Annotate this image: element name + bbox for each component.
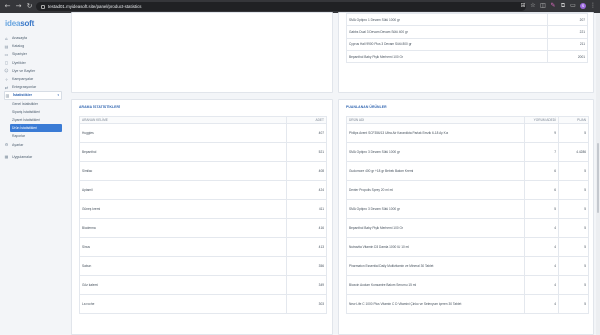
back-icon[interactable]: ←	[4, 3, 11, 10]
sidebar: ideasoft ⌂ Anasayfa ▤ Katalog ▭ Siparişler …	[0, 13, 66, 335]
catalog-icon: ▤	[4, 43, 9, 49]
page-scrollbar[interactable]	[596, 13, 600, 335]
table-row: Bepanthol 521	[79, 142, 327, 162]
sub-item-visit-stats[interactable]: Ziyaret İstatistikleri	[10, 116, 62, 124]
apps-icon: ▦	[4, 154, 9, 160]
table-row: SMA Optipro 3 Devam Sütü 1000 gr 7 4.4286	[346, 142, 589, 162]
table-row: New Life C 1000 Plus Vitamin C D Vitamin…	[346, 294, 589, 314]
sidebar-item-integrations[interactable]: ⇄ Entegrasyonlar	[4, 83, 62, 91]
url-text: testad01.myideasoft.site/panel/product-s…	[48, 4, 142, 9]
sidebar-item-home[interactable]: ⌂ Anasayfa	[4, 34, 62, 42]
sidebar-item-settings[interactable]: ⚙ Ayarlar	[4, 140, 62, 148]
table-row: SMA Optipro 1 Devam Sütü 1000 gr 207	[346, 12, 588, 27]
sub-item-order-stats[interactable]: Sipariş İstatistikleri	[10, 108, 62, 116]
profile-avatar[interactable]: S	[580, 3, 586, 9]
forward-icon[interactable]: →	[15, 3, 22, 10]
lock-icon	[41, 4, 45, 9]
more-icon[interactable]: ⋮	[590, 3, 596, 9]
search-stats-title: ARAMA İSTATİSTİKLERİ	[79, 105, 121, 109]
members-icon: ◻	[4, 60, 9, 66]
table-row: Nutravita Vitamin D3 Damla 1000 IU 10 ml…	[346, 237, 589, 257]
settings-icon: ⚙	[4, 142, 9, 148]
table-row: Dexter Propolis Sprey 20 ml ml 6 5	[346, 180, 589, 200]
table-row: Bepanthol Baby Pişik Merhemi 100 Gr 4 5	[346, 218, 589, 238]
logo[interactable]: ideasoft	[5, 19, 34, 28]
table-row: SMA Optipro 3 Devam Sütü 1000 gr 5 5	[346, 199, 589, 219]
table-row: Aptamil 424	[79, 180, 327, 200]
table-row: Philips Avent SCF356/13 Ultra Air Karanl…	[346, 123, 589, 143]
menu-icon[interactable]: ▭	[570, 3, 576, 9]
table-row: Huggies 407	[79, 123, 327, 143]
home-icon: ⌂	[5, 35, 8, 41]
reload-icon[interactable]: ↻	[26, 3, 33, 10]
table-row: Sabun 356	[79, 256, 327, 276]
translate-icon[interactable]: ⊞	[520, 3, 526, 9]
rated-products-table: ÜRÜN ADI YORUM ADEDİ PUAN Philips Avent …	[346, 116, 589, 314]
table-row: Bioxcin Aodum Konsantre Bakım Serumu 15 …	[346, 275, 589, 295]
top-left-card	[71, 12, 333, 93]
table-row: Güneş kremi 411	[79, 199, 327, 219]
sidebar-item-campaigns[interactable]: ✧ Kampanyalar	[4, 75, 62, 83]
column-header-comments: YORUM ADEDİ	[524, 116, 559, 124]
top-products-table: SMA Optipro 1 Devam Sütü 1000 gr 207 Gabb…	[346, 12, 588, 64]
sidebar-item-catalog[interactable]: ▤ Katalog	[4, 42, 62, 50]
column-header-count: ADET	[286, 116, 327, 124]
sidebar-item-apps[interactable]: ▦ Uygulamalar	[4, 153, 62, 161]
statistics-submenu: Genel İstatistikler Sipariş İstatistikle…	[4, 100, 62, 141]
orders-icon: ▭	[4, 51, 9, 57]
sub-item-general-stats[interactable]: Genel İstatistikler	[10, 100, 62, 108]
table-row: Sinus 413	[79, 237, 327, 257]
sub-item-product-stats[interactable]: Ürün İstatistikleri	[10, 124, 62, 133]
chevron-down-icon: ▾	[57, 93, 59, 98]
table-row: Göz kalemi 349	[79, 275, 327, 295]
sub-item-reports[interactable]: Raporlar	[10, 132, 62, 140]
rated-products-title: PUANLANAN ÜRÜNLER	[346, 105, 387, 109]
table-row: Similac 408	[79, 161, 327, 181]
bookmark-icon[interactable]: ☆	[530, 3, 536, 9]
search-stats-card: ARAMA İSTATİSTİKLERİ ARANAN KELİME ADET H…	[71, 99, 333, 335]
table-row: La roche 303	[79, 294, 327, 314]
edit-icon[interactable]: ✎	[550, 3, 556, 9]
table-row: Gabbs Dual 3 Devam Devam Sütü 400 gr 221	[346, 25, 588, 39]
users-icon: ☺	[4, 68, 9, 74]
table-row: Cyprus Hall 9900 Plus 3 Devam Sütü 800 g…	[346, 37, 588, 51]
table-row: Biodermа 416	[79, 218, 327, 238]
address-bar[interactable]: testad01.myideasoft.site/panel/product-s…	[36, 2, 526, 11]
table-row: Pharmaton Essential Daily Multivitamin v…	[346, 256, 589, 276]
sidebar-item-statistics[interactable]: ▥ İstatistikler ▾	[4, 91, 62, 100]
top-right-card: SMA Optipro 1 Devam Sütü 1000 gr 207 Gabb…	[338, 12, 594, 93]
table-row: Bepanthol Baby Pişik Merhemi 100 Gr 2001	[346, 49, 588, 64]
table-row: Gudornore 400 gr +18 gr Bebek Bakım Krem…	[346, 161, 589, 181]
app-area: ideasoft ⌂ Anasayfa ▤ Katalog ▭ Siparişler …	[0, 12, 600, 335]
sidebar-menu: ⌂ Anasayfa ▤ Katalog ▭ Siparişler ◻ Üyelikle…	[4, 34, 62, 161]
stats-icon: ▥	[5, 92, 10, 98]
column-header-term: ARANAN KELİME	[79, 116, 287, 124]
integration-icon: ⇄	[4, 84, 9, 90]
rated-products-card: PUANLANAN ÜRÜNLER ÜRÜN ADI YORUM ADEDİ P…	[338, 99, 594, 335]
sidebar-item-members[interactable]: ◻ Üyelikler	[4, 59, 62, 67]
search-stats-table: ARANAN KELİME ADET Huggies 407 Bepanthol 52…	[79, 116, 327, 314]
scrollbar-thumb[interactable]	[597, 143, 599, 213]
sidebar-item-users[interactable]: ☺ Üye ve Bayiler	[4, 67, 62, 75]
puzzle-icon[interactable]: ⧉	[560, 3, 566, 9]
column-header-score: PUAN	[558, 116, 589, 124]
campaign-icon: ✧	[4, 76, 9, 82]
extension-icon[interactable]: ◫	[540, 3, 546, 9]
column-header-product: ÜRÜN ADI	[346, 116, 525, 124]
sidebar-item-orders[interactable]: ▭ Siparişler	[4, 50, 62, 58]
